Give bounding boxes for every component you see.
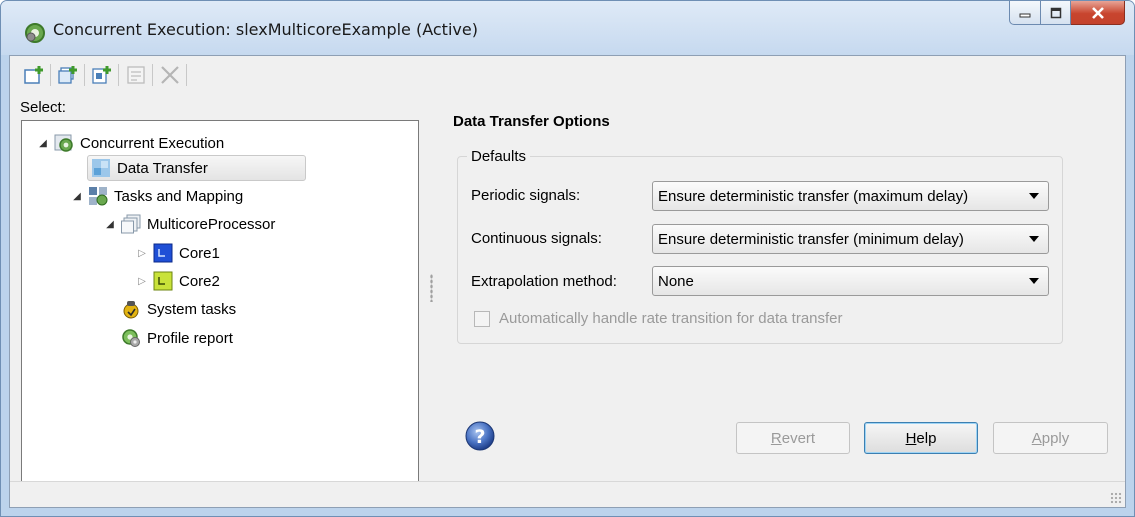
tree-item-label: Data Transfer (117, 159, 208, 177)
select-label: Select: (20, 99, 66, 116)
tree-item-label: Profile report (147, 329, 233, 347)
add-core-icon (92, 66, 111, 84)
expanded-arrow-icon[interactable]: ◢ (70, 191, 84, 202)
add-task-icon (24, 66, 43, 84)
dialog-window: Concurrent Execution: slexMulticoreExamp… (0, 0, 1135, 517)
maximize-icon (1050, 7, 1061, 18)
window-title: Concurrent Execution: slexMulticoreExamp… (53, 20, 478, 39)
system-tasks-icon (123, 301, 139, 319)
app-gear-icon (25, 23, 45, 43)
title-bar[interactable]: Concurrent Execution: slexMulticoreExamp… (1, 1, 1134, 55)
dropdown-arrow-icon (1029, 278, 1039, 284)
collapsed-arrow-icon[interactable]: ▷ (135, 276, 149, 287)
extrapolation-method-label: Extrapolation method: (471, 273, 617, 290)
window-controls (1009, 1, 1125, 28)
dropdown-value: Ensure deterministic transfer (minimum d… (658, 230, 964, 248)
resize-grip-icon[interactable] (1110, 492, 1122, 504)
maximize-button[interactable] (1041, 1, 1071, 25)
dialog-client: Select: ◢ Concurrent Execution Data Tran… (9, 55, 1126, 508)
tree-item-data-transfer[interactable]: Data Transfer (87, 155, 306, 181)
tree-item-system-tasks[interactable]: System tasks (117, 296, 236, 322)
rate-transition-checkbox[interactable] (474, 310, 490, 327)
panel-title: Data Transfer Options (453, 113, 610, 130)
help-icon[interactable]: ? (464, 420, 496, 452)
dropdown-value: Ensure deterministic transfer (maximum d… (658, 187, 969, 205)
toolbar-separator (118, 64, 119, 86)
properties-button[interactable] (124, 63, 148, 87)
tree-item-core1[interactable]: ▷ Core1 (135, 240, 220, 266)
help-mnemonic: H (905, 429, 917, 447)
tree-item-core2[interactable]: ▷ Core2 (135, 268, 220, 294)
concurrent-execution-icon (54, 134, 73, 152)
processor-icon (121, 214, 141, 234)
tree-item-tasks-and-mapping[interactable]: ◢ Tasks and Mapping (70, 183, 243, 209)
tree-item-label: Core1 (179, 244, 220, 262)
tree-item-label: Core2 (179, 272, 220, 290)
extrapolation-method-dropdown[interactable]: None (652, 266, 1049, 296)
tree-item-label: Concurrent Execution (80, 134, 225, 152)
help-button[interactable]: Help (864, 422, 978, 454)
periodic-signals-label: Periodic signals: (471, 187, 581, 204)
delete-icon (161, 66, 179, 84)
splitter-handle[interactable] (430, 274, 433, 302)
checkbox-label: Automatically handle rate transition for… (499, 310, 843, 327)
tree-item-label: System tasks (147, 300, 237, 318)
tree-item-label: Tasks and Mapping (114, 187, 244, 205)
expanded-arrow-icon[interactable]: ◢ (103, 219, 117, 230)
toolbar-separator (84, 64, 85, 86)
apply-button[interactable]: Apply (993, 422, 1108, 454)
minimize-icon (1019, 13, 1031, 17)
revert-label: evert (781, 429, 816, 447)
revert-mnemonic: R (770, 429, 782, 447)
add-group-icon (58, 66, 77, 84)
tree-view[interactable]: ◢ Concurrent Execution Data Transfer ◢ T… (21, 120, 419, 484)
toolbar-separator (152, 64, 153, 86)
tree-item-label: MulticoreProcessor (147, 215, 276, 233)
minimize-button[interactable] (1009, 1, 1041, 25)
collapsed-arrow-icon[interactable]: ▷ (135, 248, 149, 259)
toolbar-separator (50, 64, 51, 86)
tree-item-concurrent-execution[interactable]: ◢ Concurrent Execution (36, 130, 224, 156)
rate-transition-checkbox-row[interactable]: Automatically handle rate transition for… (474, 310, 843, 327)
svg-text:?: ? (474, 426, 485, 448)
close-icon (1091, 6, 1104, 19)
apply-mnemonic: A (1031, 429, 1042, 447)
tree-item-profile-report[interactable]: Profile report (117, 325, 233, 351)
add-task-button[interactable] (22, 63, 46, 87)
close-button[interactable] (1071, 1, 1125, 25)
data-transfer-icon (92, 159, 110, 177)
properties-icon (127, 66, 145, 84)
dropdown-arrow-icon (1029, 193, 1039, 199)
profile-report-icon (122, 329, 140, 347)
core1-icon (153, 243, 173, 263)
add-core-button[interactable] (90, 63, 114, 87)
tree-item-multicore-processor[interactable]: ◢ MulticoreProcessor (103, 211, 275, 237)
periodic-signals-dropdown[interactable]: Ensure deterministic transfer (maximum d… (652, 181, 1049, 211)
delete-button[interactable] (158, 63, 182, 87)
group-title: Defaults (467, 148, 531, 165)
status-bar (10, 481, 1125, 507)
tasks-mapping-icon (89, 187, 108, 206)
revert-button[interactable]: Revert (736, 422, 850, 454)
dropdown-arrow-icon (1029, 236, 1039, 242)
toolbar (10, 56, 1125, 94)
expanded-arrow-icon[interactable]: ◢ (36, 138, 50, 149)
help-label: elp (916, 429, 937, 447)
continuous-signals-label: Continuous signals: (471, 230, 602, 247)
continuous-signals-dropdown[interactable]: Ensure deterministic transfer (minimum d… (652, 224, 1049, 254)
core2-icon (153, 271, 173, 291)
dropdown-value: None (658, 272, 694, 290)
toolbar-separator (186, 64, 187, 86)
add-group-button[interactable] (56, 63, 80, 87)
apply-label: pply (1041, 429, 1070, 447)
